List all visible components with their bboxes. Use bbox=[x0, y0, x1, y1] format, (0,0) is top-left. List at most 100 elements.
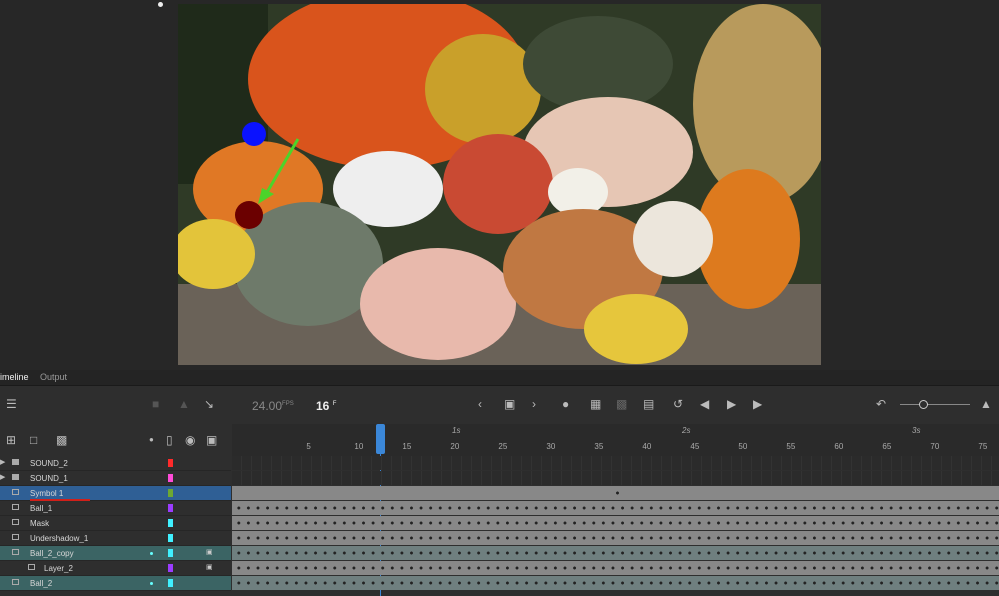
layer-row[interactable]: ▶ SOUND_2 bbox=[0, 456, 231, 471]
stage-canvas[interactable] bbox=[178, 4, 821, 365]
layers-icon[interactable]: ☰ bbox=[6, 398, 17, 410]
loop-icon[interactable]: ↺ bbox=[673, 398, 683, 410]
seconds-label: 3s bbox=[912, 426, 921, 435]
frame-tick-label: 50 bbox=[738, 442, 748, 451]
frame-row[interactable] bbox=[232, 576, 999, 590]
layer-color-swatch[interactable] bbox=[168, 564, 173, 572]
frame-tick-label: 20 bbox=[450, 442, 460, 451]
onion-skin-icon[interactable]: ● bbox=[562, 398, 569, 410]
stage-registration-dot bbox=[158, 2, 163, 7]
layer-icon bbox=[12, 534, 19, 540]
new-layer-icon[interactable]: ⊞ bbox=[6, 434, 16, 446]
layer-name: Symbol 1 bbox=[30, 489, 64, 498]
frame-row[interactable] bbox=[232, 486, 999, 500]
layer-row[interactable]: Ball_2 bbox=[0, 576, 231, 591]
highlight-dot[interactable] bbox=[150, 582, 153, 585]
layer-name: Ball_2_copy bbox=[30, 549, 74, 558]
loop-range-icon[interactable]: ▤ bbox=[643, 398, 654, 410]
frame-row[interactable] bbox=[232, 471, 999, 485]
layer-row[interactable]: Layer_2 ▣ bbox=[0, 561, 231, 576]
frame-tick-label: 70 bbox=[930, 442, 940, 451]
outline-icon[interactable]: ▯ bbox=[166, 434, 173, 446]
prev-keyframe-icon[interactable]: ‹ bbox=[478, 398, 482, 410]
insert-keyframe-icon[interactable]: ▣ bbox=[504, 398, 515, 410]
playhead[interactable] bbox=[376, 424, 385, 596]
parenting-icon[interactable]: ▲ bbox=[178, 398, 190, 410]
highlight-icon[interactable]: ● bbox=[149, 434, 154, 446]
frame-row[interactable] bbox=[232, 561, 999, 575]
camera-icon[interactable]: ■ bbox=[152, 398, 159, 410]
layer-row[interactable]: Mask bbox=[0, 516, 231, 531]
frame-tick-label: 35 bbox=[594, 442, 604, 451]
highlight-dot[interactable] bbox=[150, 552, 153, 555]
layer-color-swatch[interactable] bbox=[168, 534, 173, 542]
new-folder-icon[interactable]: □ bbox=[30, 434, 37, 446]
layer-color-swatch[interactable] bbox=[168, 474, 173, 482]
folder-icon bbox=[12, 459, 19, 465]
layer-name: Ball_2 bbox=[30, 579, 53, 588]
layer-icon bbox=[12, 489, 19, 495]
frame-ruler[interactable]: 5101520253035404550556065707581s2s3s bbox=[232, 424, 999, 456]
undo-zoom-icon[interactable]: ↶ bbox=[876, 398, 886, 410]
layer-name: SOUND_2 bbox=[30, 459, 68, 468]
frame-row[interactable] bbox=[232, 531, 999, 545]
play-icon[interactable]: ▶ bbox=[727, 398, 736, 410]
step-forward-icon[interactable]: ▶ bbox=[753, 398, 762, 410]
frame-tick-label: 45 bbox=[690, 442, 700, 451]
frame-row[interactable] bbox=[232, 516, 999, 530]
layer-color-swatch[interactable] bbox=[168, 489, 173, 497]
folder-icon bbox=[12, 474, 19, 480]
layer-header: ⊞ □ ▩ ● ▯ ◉ ▣ bbox=[0, 424, 231, 456]
center-frame-icon[interactable]: ▩ bbox=[616, 398, 627, 410]
layer-row[interactable]: Undershadow_1 bbox=[0, 531, 231, 546]
layer-name: Mask bbox=[30, 519, 50, 528]
layer-row[interactable]: Ball_1 bbox=[0, 501, 231, 516]
frame-tick-label: 5 bbox=[306, 442, 311, 451]
frame-tick-label: 75 bbox=[978, 442, 988, 451]
frame-tick-label: 30 bbox=[546, 442, 556, 451]
mountain-icon[interactable]: ▲ bbox=[980, 398, 992, 410]
timeline-toolbar: ☰ ■ ▲ ↘ 24.00FPS 16 F ‹ ▣ › ● ▦ ▩ ▤ ↺ ◀ … bbox=[0, 386, 999, 424]
frame-tick-label: 15 bbox=[402, 442, 412, 451]
lock-icon[interactable]: ▣ bbox=[206, 548, 213, 556]
expand-arrow-icon[interactable]: ▶ bbox=[0, 458, 5, 466]
lock-icon[interactable]: ▣ bbox=[206, 563, 213, 571]
layer-color-swatch[interactable] bbox=[168, 504, 173, 512]
layer-name: SOUND_1 bbox=[30, 474, 68, 483]
frame-row[interactable] bbox=[232, 501, 999, 515]
delete-icon[interactable]: ▩ bbox=[56, 434, 67, 446]
visibility-icon[interactable]: ◉ bbox=[185, 434, 195, 446]
edit-multiple-icon[interactable]: ▦ bbox=[590, 398, 601, 410]
zoom-slider[interactable] bbox=[900, 404, 970, 405]
tab-timeline[interactable]: imeline bbox=[0, 372, 29, 382]
zoom-slider-handle[interactable] bbox=[919, 400, 928, 409]
frame-tick-label: 40 bbox=[642, 442, 652, 451]
fps-display[interactable]: 24.00FPS bbox=[252, 399, 294, 413]
layer-row[interactable]: Symbol 1 bbox=[0, 486, 231, 501]
layer-color-swatch[interactable] bbox=[168, 459, 173, 467]
layer-icon bbox=[12, 519, 19, 525]
layer-row[interactable]: Ball_2_copy ▣ bbox=[0, 546, 231, 561]
graph-icon[interactable]: ↘ bbox=[204, 398, 214, 410]
layer-icon bbox=[12, 549, 19, 555]
layer-color-swatch[interactable] bbox=[168, 549, 173, 557]
timeline-panel: imeline Output ☰ ■ ▲ ↘ 24.00FPS 16 F ‹ ▣… bbox=[0, 370, 999, 596]
seconds-label: 2s bbox=[682, 426, 691, 435]
expand-arrow-icon[interactable]: ▶ bbox=[0, 473, 5, 481]
frame-row[interactable] bbox=[232, 456, 999, 470]
layer-color-swatch[interactable] bbox=[168, 579, 173, 587]
frame-tick-label: 55 bbox=[786, 442, 796, 451]
lock-icon[interactable]: ▣ bbox=[206, 434, 217, 446]
layer-icon bbox=[28, 564, 35, 570]
tab-output[interactable]: Output bbox=[40, 372, 67, 382]
layer-row[interactable]: ▶ SOUND_1 bbox=[0, 471, 231, 486]
next-keyframe-icon[interactable]: › bbox=[532, 398, 536, 410]
pumpkins-image bbox=[178, 4, 821, 365]
frame-grid[interactable]: 5101520253035404550556065707581s2s3s bbox=[232, 424, 999, 596]
step-back-icon[interactable]: ◀ bbox=[700, 398, 709, 410]
panel-tab-bar: imeline Output bbox=[0, 370, 999, 386]
current-frame-display[interactable]: 16 F bbox=[316, 399, 336, 413]
layer-color-swatch[interactable] bbox=[168, 519, 173, 527]
seconds-label: 1s bbox=[452, 426, 461, 435]
frame-row[interactable] bbox=[232, 546, 999, 560]
